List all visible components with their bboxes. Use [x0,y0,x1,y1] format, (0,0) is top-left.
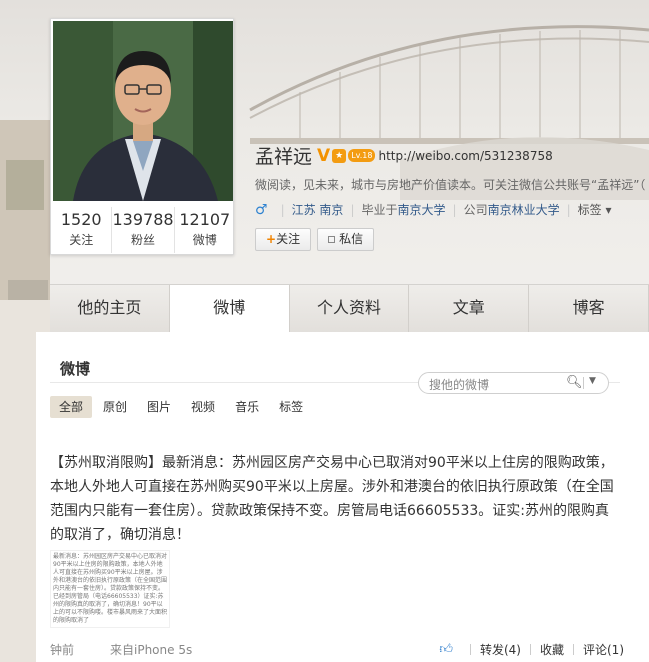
avatar-portrait [53,21,233,201]
profile-tabs: 他的主页 微博 个人资料 文章 博客 [50,284,649,333]
tags-dropdown[interactable]: 标签 ▾ [578,201,612,218]
message-button[interactable]: 私信 [317,228,375,251]
meta-divider: | [280,202,285,217]
search-icon[interactable]: 🔍︎ [566,375,583,390]
stat-followers-label: 粉丝 [131,233,156,247]
like-icon[interactable]: 👍︎ [439,642,453,657]
tab-home[interactable]: 他的主页 [50,285,170,333]
feed-panel: 微博 搜他的微博 🔍︎ ▼ 全部 原创 图片 视频 音乐 标签 【苏州取消限购】… [36,332,649,662]
post-time[interactable]: 钟前 [50,641,74,658]
message-icon [328,236,336,243]
profile-stats: 1520 关注 139788 粉丝 12107 微博 [51,207,235,253]
comment-button[interactable]: 评论(1) [583,641,624,658]
gender-male-icon: ♂ [255,201,268,218]
filter-all[interactable]: 全部 [50,396,93,418]
post-image[interactable]: 最新消息：苏州园区房产交易中心已取消对90平米以上住房的限购政策，本地人外地人可… [50,550,170,628]
chevron-down-icon[interactable]: ▼ [589,376,596,386]
tab-profile-info[interactable]: 个人资料 [289,285,410,333]
profile-bio: 微阅读，见未来，城市与房地产价值读本。可关注微信公共账号“孟祥远”（ [255,178,646,192]
favorite-button[interactable]: 收藏 [540,641,564,658]
profile-meta: ♂ | 江苏 南京 | 毕业于 南京大学 | 公司 南京林业大学 | 标签 ▾ [255,201,611,218]
filter-original[interactable]: 原创 [94,396,136,418]
post-body: 【苏州取消限购】最新消息：苏州园区房产交易中心已取消对90平米以上住房的限购政策… [50,455,614,543]
stat-followers-count: 139788 [112,210,174,229]
education-prefix: 毕业于 [361,203,398,217]
meta-divider: | [452,202,457,217]
filter-tags[interactable]: 标签 [270,396,312,418]
stat-following-count: 1520 [60,210,102,229]
follow-button[interactable]: +关注 [255,228,312,251]
feed-search[interactable]: 搜他的微博 🔍︎ ▼ [418,372,609,394]
message-button-label: 私信 [339,232,364,246]
stat-posts-count: 12107 [179,210,231,229]
stat-following-label: 关注 [69,233,94,247]
profile-url-link[interactable]: http://weibo.com/531238758 [378,149,552,163]
education-link[interactable]: 南京大学 [398,201,446,218]
search-input[interactable]: 搜他的微博 [429,376,489,393]
profile-actions: +关注 私信 [255,228,380,251]
filter-music[interactable]: 音乐 [226,396,268,418]
feed-filters: 全部 原创 图片 视频 音乐 标签 [50,396,314,418]
tab-weibo[interactable]: 微博 [169,285,290,333]
repost-button[interactable]: 转发(4) [480,641,521,658]
company-link[interactable]: 南京林业大学 [488,201,560,218]
profile-name: 孟祥远 [255,146,313,168]
action-divider [573,644,574,655]
profile-name-row: 孟祥远 V ★ Lv.18 http://weibo.com/531238758 [255,142,553,169]
action-divider [469,644,471,655]
location-link[interactable]: 江苏 南京 [292,201,344,218]
plus-icon: + [266,232,277,246]
level-badge[interactable]: Lv.18 [348,149,376,162]
post-actions: 👍︎ 转发(4) 收藏 评论(1) [439,641,624,658]
stat-posts[interactable]: 12107 微博 [175,207,235,253]
vip-icon[interactable]: ★ [332,148,347,163]
filter-video[interactable]: 视频 [182,396,224,418]
search-divider [583,377,584,389]
company-prefix: 公司 [463,203,488,217]
avatar[interactable] [53,21,233,201]
stat-posts-label: 微博 [192,233,217,247]
stat-followers[interactable]: 139788 粉丝 [112,207,175,253]
meta-divider: | [350,202,355,217]
feed-title: 微博 [60,360,91,378]
verified-icon[interactable]: V [317,146,330,166]
filter-images[interactable]: 图片 [138,396,180,418]
follow-button-label: 关注 [276,232,301,246]
post-footer: 钟前 来自iPhone 5s 👍︎ 转发(4) 收藏 评论(1) [50,638,624,658]
tab-articles[interactable]: 文章 [409,285,530,333]
tab-blog[interactable]: 博客 [529,285,649,333]
action-divider [529,644,531,655]
avatar-card: 1520 关注 139788 粉丝 12107 微博 [50,18,234,255]
post-source[interactable]: 来自iPhone 5s [110,641,192,658]
stat-following[interactable]: 1520 关注 [51,207,113,253]
meta-divider: | [566,202,571,217]
